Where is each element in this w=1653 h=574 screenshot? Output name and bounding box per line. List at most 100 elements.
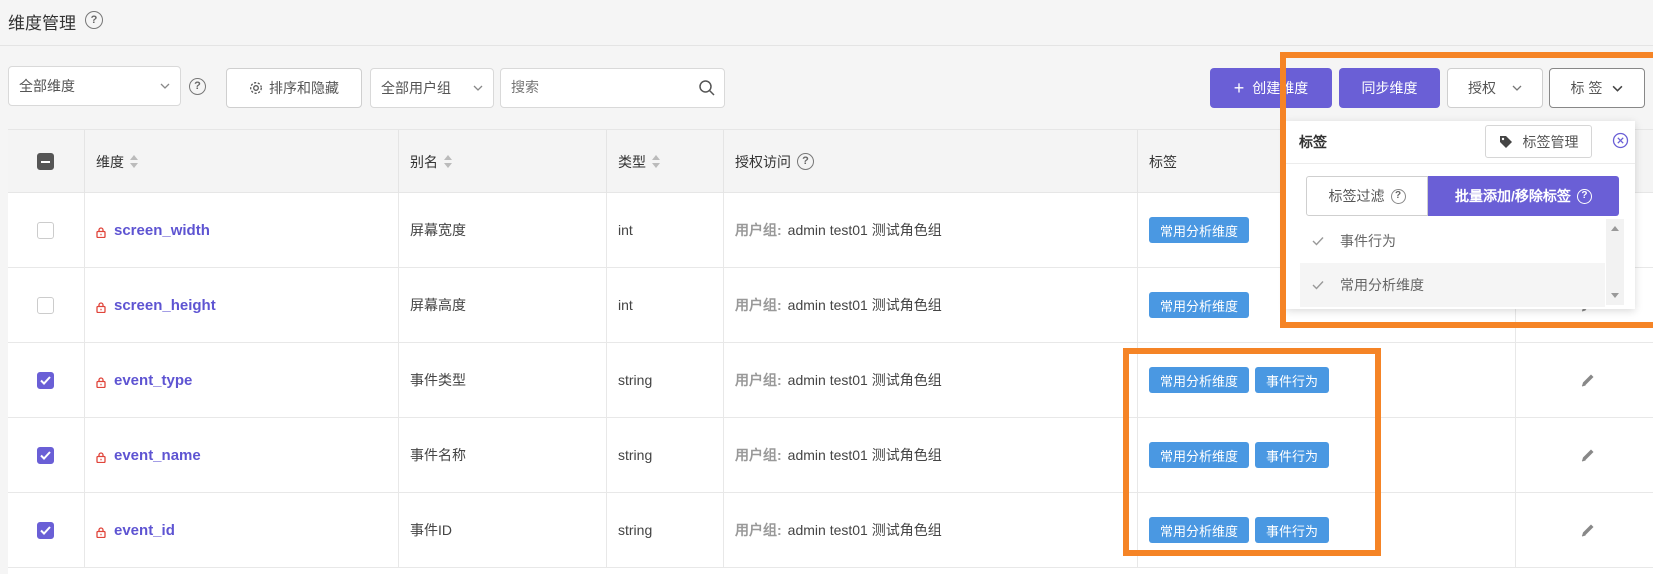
tag-badge: 常用分析维度 [1149, 517, 1250, 543]
sort-hide-button[interactable]: 排序和隐藏 [226, 68, 362, 108]
access-value: admin test01 测试角色组 [787, 447, 942, 463]
close-icon[interactable] [1612, 132, 1629, 149]
row-checkbox[interactable] [37, 371, 54, 389]
page-header: 维度管理 ? [0, 0, 1653, 46]
access-value: admin test01 测试角色组 [787, 522, 942, 538]
row-checkbox[interactable] [37, 446, 54, 464]
tags-cell: 常用分析维度 事件行为 [1138, 418, 1516, 492]
lock-icon [96, 225, 106, 238]
select-all-checkbox[interactable] [37, 153, 54, 170]
table-row: event_name 事件名称 string 用户组: admin test01 测试角… [8, 418, 1653, 493]
batch-tag-tab[interactable]: 批量添加/移除标签 ? [1428, 176, 1619, 216]
type-cell: string [607, 418, 724, 492]
user-group-filter-select[interactable]: 全部用户组 [370, 68, 494, 108]
sync-dimension-button[interactable]: 同步维度 [1339, 68, 1440, 108]
help-icon[interactable]: ? [85, 11, 103, 29]
create-dimension-button[interactable]: + 创建维度 [1210, 68, 1332, 108]
sort-icon[interactable] [444, 154, 452, 169]
dimension-cell: event_name [85, 418, 399, 492]
dimension-name-link[interactable]: screen_width [114, 222, 210, 239]
help-icon[interactable]: ? [1390, 188, 1406, 204]
row-checkbox[interactable] [37, 296, 54, 314]
search-input[interactable] [511, 79, 681, 95]
divider [1286, 163, 1635, 164]
tag-option[interactable]: 事件行为 [1300, 219, 1605, 263]
tags-button[interactable]: 标 签 [1549, 68, 1645, 108]
actions-cell [1516, 343, 1653, 417]
alias-cell: 屏幕高度 [399, 268, 607, 342]
user-group-filter-value: 全部用户组 [381, 80, 451, 96]
help-icon[interactable]: ? [797, 153, 814, 170]
row-checkbox[interactable] [37, 521, 54, 539]
tag-manage-label: 标签管理 [1522, 133, 1579, 150]
tags-cell: 常用分析维度 事件行为 [1138, 493, 1516, 567]
page-title: 维度管理 [8, 14, 76, 33]
access-label: 用户组: [735, 222, 782, 238]
dimension-name-link[interactable]: event_name [114, 447, 201, 464]
type-cell: string [607, 343, 724, 417]
gear-icon [249, 81, 263, 95]
access-cell: 用户组: admin test01 测试角色组 [724, 343, 1138, 417]
header-type-label: 类型 [618, 153, 646, 170]
access-label: 用户组: [735, 372, 782, 388]
actions-cell [1516, 493, 1653, 567]
access-label: 用户组: [735, 297, 782, 313]
dimension-cell: event_type [85, 343, 399, 417]
header-access: 授权访问 ? [724, 130, 1138, 193]
sort-icon[interactable] [130, 154, 138, 169]
search-box [500, 68, 725, 108]
alias-text: 屏幕高度 [410, 297, 466, 313]
chevron-down-icon [473, 83, 483, 93]
help-icon[interactable]: ? [1576, 188, 1592, 204]
row-select-cell [8, 493, 85, 567]
alias-text: 事件类型 [410, 372, 466, 388]
edit-icon[interactable] [1580, 447, 1596, 463]
edit-icon[interactable] [1580, 372, 1596, 388]
alias-cell: 事件名称 [399, 418, 607, 492]
tag-filter-tab[interactable]: 标签过滤 ? [1306, 176, 1428, 216]
tag-option-label: 常用分析维度 [1340, 277, 1424, 293]
tag-dropdown: 标签 标签管理 标签过滤 ? 批量添加/移除标签 ? 事件行为 常用分析维度 [1286, 121, 1635, 309]
sort-icon[interactable] [652, 154, 660, 169]
header-dimension[interactable]: 维度 [85, 130, 399, 193]
dimension-cell: event_id [85, 493, 399, 567]
dimension-filter-select[interactable]: 全部维度 [8, 66, 181, 106]
dimension-name-link[interactable]: screen_height [114, 297, 216, 314]
header-alias-label: 别名 [410, 153, 438, 170]
select-all-cell [8, 130, 85, 193]
type-text: string [618, 522, 653, 538]
create-dimension-label: 创建维度 [1252, 80, 1309, 96]
help-icon[interactable]: ? [189, 78, 206, 95]
header-alias[interactable]: 别名 [399, 130, 607, 193]
chevron-down-icon [1612, 83, 1623, 94]
tag-badge: 常用分析维度 [1149, 292, 1250, 318]
lock-icon [96, 450, 106, 463]
alias-cell: 事件类型 [399, 343, 607, 417]
alias-cell: 屏幕宽度 [399, 193, 607, 267]
check-icon [1312, 236, 1324, 246]
tag-option[interactable]: 常用分析维度 [1300, 263, 1605, 307]
dimension-name-link[interactable]: event_id [114, 522, 175, 539]
lock-icon [96, 525, 106, 538]
edit-icon[interactable] [1580, 522, 1596, 538]
scrollbar[interactable] [1606, 219, 1624, 305]
access-value: admin test01 测试角色组 [787, 372, 942, 388]
access-cell: 用户组: admin test01 测试角色组 [724, 418, 1138, 492]
chevron-down-icon [1512, 83, 1522, 93]
search-icon[interactable] [698, 79, 716, 100]
tag-badge: 常用分析维度 [1149, 442, 1250, 468]
plus-icon: + [1233, 77, 1245, 98]
authorize-button[interactable]: 授权 [1447, 68, 1543, 108]
type-cell: string [607, 493, 724, 567]
access-label: 用户组: [735, 447, 782, 463]
header-type[interactable]: 类型 [607, 130, 724, 193]
type-text: string [618, 372, 653, 388]
access-value: admin test01 测试角色组 [787, 222, 942, 238]
access-label: 用户组: [735, 522, 782, 538]
check-icon [1312, 280, 1324, 290]
dimension-filter-value: 全部维度 [19, 78, 75, 94]
actions-cell [1516, 418, 1653, 492]
dimension-name-link[interactable]: event_type [114, 372, 192, 389]
tag-manage-button[interactable]: 标签管理 [1485, 125, 1592, 158]
row-checkbox[interactable] [37, 221, 54, 239]
